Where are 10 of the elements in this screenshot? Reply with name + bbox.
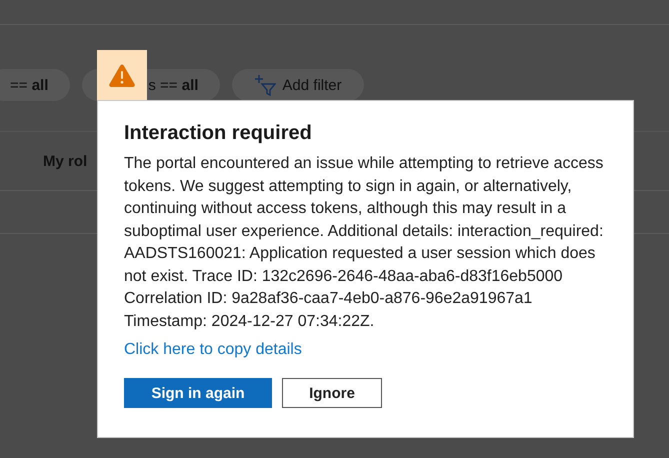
add-filter-icon bbox=[254, 74, 276, 96]
column-header: My rol bbox=[43, 152, 88, 170]
filter-pill[interactable]: == all bbox=[0, 69, 70, 101]
sign-in-button[interactable]: Sign in again bbox=[124, 378, 272, 408]
dialog-title: Interaction required bbox=[124, 121, 313, 146]
warning-icon bbox=[109, 64, 135, 86]
add-filter-button[interactable]: Add filter bbox=[232, 69, 364, 101]
dialog-message: The portal encountered an issue while attempting to retrieve access tokens. We suggest attempting to sign in again, or alternatively, continuing without access tokens, although this may result in a suboptimal user experience. Additional details: interaction_required: AADSTS160021: Application requested a user session which does not exist. Trace ID: 132c2696-2646-48aa-aba6-d83f16eb5000 Correlation ID: 9a28af36-caa7-4eb0-a876-96e2a91967a1 Timestamp: 2024-12-27 07:34:22Z. bbox=[124, 154, 604, 332]
copy-details-link[interactable]: Click here to copy details bbox=[124, 341, 302, 359]
ignore-button[interactable]: Ignore bbox=[282, 378, 382, 408]
